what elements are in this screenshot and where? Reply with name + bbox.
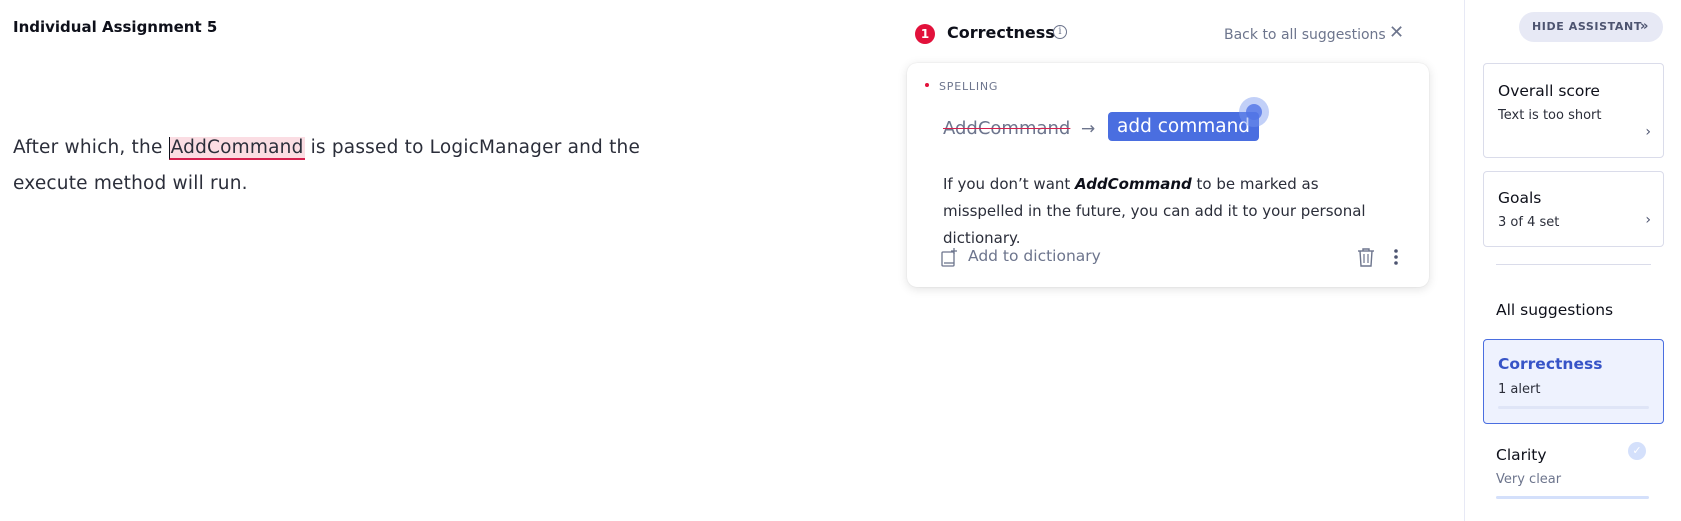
arrow-right-icon: →: [1081, 119, 1096, 139]
overall-score-title: Overall score: [1498, 82, 1600, 100]
overall-score-subtitle: Text is too short: [1498, 108, 1602, 123]
double-chevron-right-icon: »: [1640, 19, 1649, 34]
chevron-right-icon: ›: [1645, 124, 1651, 140]
explanation-prefix: If you don’t want: [943, 175, 1076, 193]
chevron-right-icon: ›: [1645, 212, 1651, 228]
correctness-title: Correctness: [1498, 355, 1603, 373]
original-word: AddCommand: [943, 118, 1071, 139]
text-before: After which, the: [13, 137, 169, 158]
suggestion-explanation: If you don’t want AddCommand to be marke…: [943, 171, 1403, 252]
clarity-title: Clarity: [1496, 446, 1547, 464]
suggestion-card: SPELLING AddCommand → add command If you…: [907, 63, 1429, 287]
clarity-category-card[interactable]: Clarity Very clear ✓: [1483, 432, 1664, 502]
document-body[interactable]: After which, the AddCommand is passed to…: [13, 130, 653, 202]
assistant-sidebar: HIDE ASSISTANT » Overall score Text is t…: [1464, 0, 1681, 521]
document-title[interactable]: Individual Assignment 5: [13, 18, 217, 36]
misspelled-word[interactable]: AddCommand: [168, 137, 305, 160]
suggestion-header: 1 Correctness i Back to all suggestions …: [915, 22, 1405, 46]
suggestion-type: SPELLING: [925, 80, 998, 93]
explanation-word: AddCommand: [1075, 175, 1192, 193]
info-icon[interactable]: i: [1053, 25, 1067, 39]
back-to-all-suggestions-link[interactable]: Back to all suggestions: [1224, 27, 1386, 43]
more-options-icon[interactable]: [1393, 247, 1399, 267]
clarity-progress-bar: [1496, 496, 1649, 499]
correctness-category-card[interactable]: Correctness 1 alert: [1483, 339, 1664, 424]
goals-card[interactable]: Goals 3 of 4 set ›: [1483, 171, 1664, 247]
correctness-subtitle: 1 alert: [1498, 382, 1541, 397]
close-icon[interactable]: ✕: [1389, 24, 1404, 42]
goals-subtitle: 3 of 4 set: [1498, 215, 1560, 230]
alert-dot-icon: [925, 83, 929, 87]
overall-score-card[interactable]: Overall score Text is too short ›: [1483, 63, 1664, 158]
alert-count-badge: 1: [915, 24, 935, 44]
check-icon: ✓: [1628, 442, 1646, 460]
accept-replacement-button[interactable]: add command: [1108, 112, 1260, 141]
goals-title: Goals: [1498, 189, 1542, 207]
trash-icon[interactable]: [1357, 247, 1375, 267]
cursor-pulse-indicator: [1239, 97, 1269, 127]
clarity-subtitle: Very clear: [1496, 472, 1562, 487]
hide-assistant-button[interactable]: HIDE ASSISTANT »: [1519, 12, 1663, 42]
suggestion-category: Correctness: [947, 23, 1055, 42]
suggestion-type-label: SPELLING: [939, 80, 999, 93]
hide-assistant-label: HIDE ASSISTANT: [1532, 20, 1642, 33]
all-suggestions-heading[interactable]: All suggestions: [1496, 301, 1613, 319]
dictionary-icon[interactable]: [941, 247, 957, 267]
suggestion-actions: Add to dictionary: [941, 245, 1406, 269]
correctness-progress-bar: [1498, 406, 1649, 409]
divider: [1496, 264, 1651, 265]
add-to-dictionary-button[interactable]: Add to dictionary: [968, 247, 1101, 265]
